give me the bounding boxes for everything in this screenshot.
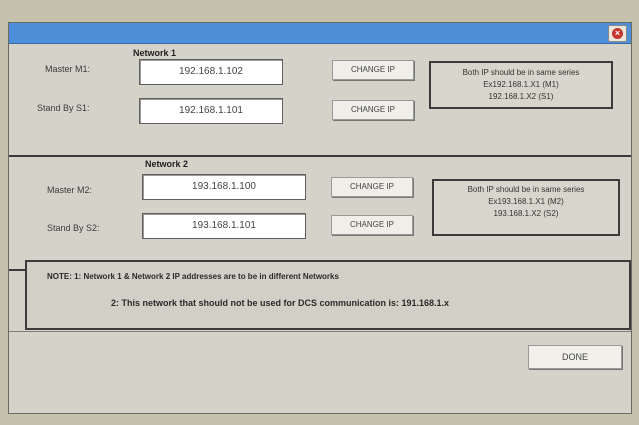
master-m1-ip-field[interactable]: 192.168.1.102	[139, 59, 283, 85]
network1-info-line2: Ex192.168.1.X1 (M1)	[483, 80, 559, 89]
network1-info-line1: Both IP should be in same series	[462, 68, 580, 77]
network2-master-change-ip-button[interactable]: CHANGE IP	[331, 177, 413, 197]
network1-section: Network 1 Master M1: 192.168.1.102 CHANG…	[9, 44, 631, 157]
note-line2: 2: This network that should not be used …	[111, 298, 450, 308]
network1-master-change-ip-button[interactable]: CHANGE IP	[332, 60, 414, 80]
network2-info-box: Both IP should be in same series Ex193.1…	[432, 179, 620, 236]
footer-divider	[9, 331, 631, 332]
network1-standby-change-ip-button[interactable]: CHANGE IP	[332, 100, 414, 120]
title-bar: ×	[9, 23, 631, 44]
network2-title: Network 2	[145, 159, 189, 169]
standby-s2-ip-field[interactable]: 193.168.1.101	[142, 213, 306, 239]
master-m2-ip-field[interactable]: 193.168.1.100	[142, 174, 306, 200]
network1-title: Network 1	[133, 48, 177, 58]
note-line1: NOTE: 1: Network 1 & Network 2 IP addres…	[47, 272, 339, 281]
standby-s1-ip-field[interactable]: 192.168.1.101	[139, 98, 283, 124]
network2-section: Network 2 Master M2: 193.168.1.100 CHANG…	[9, 157, 631, 271]
close-button[interactable]: ×	[608, 25, 627, 42]
master-m2-label: Master M2:	[47, 185, 93, 195]
network-config-window: × Network 1 Master M1: 192.168.1.102 CHA…	[8, 22, 632, 414]
network1-info-line3: 192.168.1.X2 (S1)	[488, 92, 554, 101]
standby-s2-label: Stand By S2:	[47, 223, 100, 233]
network1-info-box: Both IP should be in same series Ex192.1…	[429, 61, 613, 109]
note-box: NOTE: 1: Network 1 & Network 2 IP addres…	[25, 260, 631, 330]
network2-standby-change-ip-button[interactable]: CHANGE IP	[331, 215, 413, 235]
network2-info-line1: Both IP should be in same series	[467, 185, 585, 194]
network2-info-line3: 193.168.1.X2 (S2)	[493, 209, 559, 218]
standby-s1-label: Stand By S1:	[37, 103, 90, 113]
done-button[interactable]: DONE	[528, 345, 622, 369]
network2-info-line2: Ex193.168.1.X1 (M2)	[488, 197, 564, 206]
close-icon: ×	[612, 28, 623, 39]
master-m1-label: Master M1:	[45, 64, 91, 74]
